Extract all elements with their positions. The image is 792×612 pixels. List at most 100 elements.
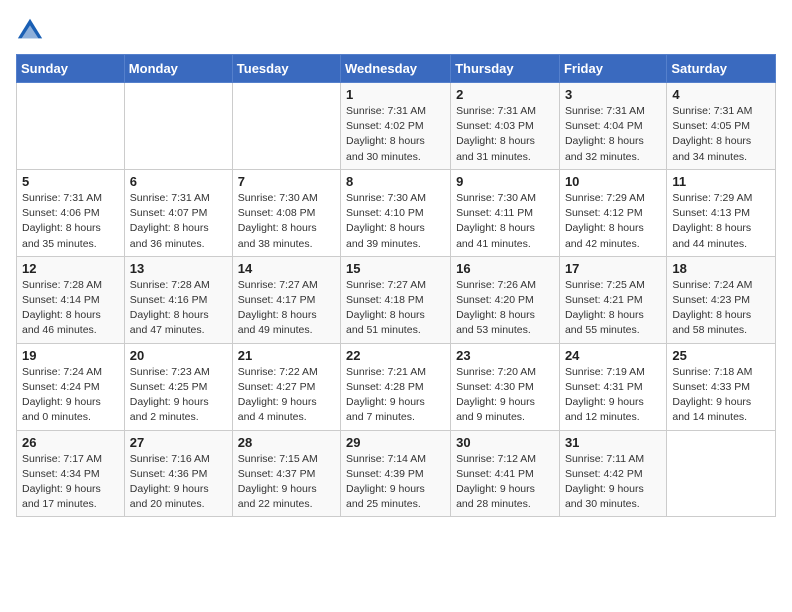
day-info: Sunrise: 7:22 AM Sunset: 4:27 PM Dayligh…	[238, 365, 335, 426]
day-number: 23	[456, 348, 554, 363]
calendar-week-row: 26 Sunrise: 7:17 AM Sunset: 4:34 PM Dayli…	[17, 430, 776, 517]
day-info: Sunrise: 7:28 AM Sunset: 4:14 PM Dayligh…	[22, 278, 119, 339]
day-info: Sunrise: 7:24 AM Sunset: 4:24 PM Dayligh…	[22, 365, 119, 426]
calendar-table: SundayMondayTuesdayWednesdayThursdayFrid…	[16, 54, 776, 517]
day-info: Sunrise: 7:29 AM Sunset: 4:13 PM Dayligh…	[672, 191, 770, 252]
calendar-day-cell: 8 Sunrise: 7:30 AM Sunset: 4:10 PM Daylig…	[341, 169, 451, 256]
calendar-day-cell: 9 Sunrise: 7:30 AM Sunset: 4:11 PM Daylig…	[451, 169, 560, 256]
day-info: Sunrise: 7:30 AM Sunset: 4:11 PM Dayligh…	[456, 191, 554, 252]
calendar-week-row: 1Sunrise: 7:31 AM Sunset: 4:02 PM Daylig…	[17, 83, 776, 170]
calendar-week-row: 5 Sunrise: 7:31 AM Sunset: 4:06 PM Daylig…	[17, 169, 776, 256]
day-number: 25	[672, 348, 770, 363]
calendar-day-cell: 22 Sunrise: 7:21 AM Sunset: 4:28 PM Dayli…	[341, 343, 451, 430]
calendar-day-cell: 19Sunrise: 7:24 AM Sunset: 4:24 PM Dayli…	[17, 343, 125, 430]
calendar-day-cell: 16 Sunrise: 7:26 AM Sunset: 4:20 PM Dayli…	[451, 256, 560, 343]
day-number: 15	[346, 261, 445, 276]
day-info: Sunrise: 7:27 AM Sunset: 4:18 PM Dayligh…	[346, 278, 445, 339]
day-info: Sunrise: 7:31 AM Sunset: 4:04 PM Dayligh…	[565, 104, 661, 165]
calendar-week-row: 12Sunrise: 7:28 AM Sunset: 4:14 PM Dayli…	[17, 256, 776, 343]
empty-day-cell	[232, 83, 340, 170]
day-info: Sunrise: 7:15 AM Sunset: 4:37 PM Dayligh…	[238, 452, 335, 513]
day-number: 30	[456, 435, 554, 450]
calendar-day-cell: 24 Sunrise: 7:19 AM Sunset: 4:31 PM Dayli…	[559, 343, 666, 430]
calendar-day-cell: 17 Sunrise: 7:25 AM Sunset: 4:21 PM Dayli…	[559, 256, 666, 343]
day-info: Sunrise: 7:11 AM Sunset: 4:42 PM Dayligh…	[565, 452, 661, 513]
day-info: Sunrise: 7:31 AM Sunset: 4:07 PM Dayligh…	[130, 191, 227, 252]
calendar-day-cell: 6 Sunrise: 7:31 AM Sunset: 4:07 PM Daylig…	[124, 169, 232, 256]
day-info: Sunrise: 7:30 AM Sunset: 4:10 PM Dayligh…	[346, 191, 445, 252]
calendar-day-cell: 5 Sunrise: 7:31 AM Sunset: 4:06 PM Daylig…	[17, 169, 125, 256]
calendar-day-cell: 30 Sunrise: 7:12 AM Sunset: 4:41 PM Dayli…	[451, 430, 560, 517]
weekday-header-tuesday: Tuesday	[232, 55, 340, 83]
day-number: 17	[565, 261, 661, 276]
day-number: 5	[22, 174, 119, 189]
day-number: 31	[565, 435, 661, 450]
day-info: Sunrise: 7:19 AM Sunset: 4:31 PM Dayligh…	[565, 365, 661, 426]
calendar-day-cell: 20 Sunrise: 7:23 AM Sunset: 4:25 PM Dayli…	[124, 343, 232, 430]
calendar-day-cell: 27 Sunrise: 7:16 AM Sunset: 4:36 PM Dayli…	[124, 430, 232, 517]
day-number: 22	[346, 348, 445, 363]
day-number: 11	[672, 174, 770, 189]
day-info: Sunrise: 7:23 AM Sunset: 4:25 PM Dayligh…	[130, 365, 227, 426]
empty-day-cell	[667, 430, 776, 517]
calendar-day-cell: 31 Sunrise: 7:11 AM Sunset: 4:42 PM Dayli…	[559, 430, 666, 517]
day-number: 18	[672, 261, 770, 276]
day-info: Sunrise: 7:26 AM Sunset: 4:20 PM Dayligh…	[456, 278, 554, 339]
day-info: Sunrise: 7:16 AM Sunset: 4:36 PM Dayligh…	[130, 452, 227, 513]
day-info: Sunrise: 7:25 AM Sunset: 4:21 PM Dayligh…	[565, 278, 661, 339]
weekday-header-thursday: Thursday	[451, 55, 560, 83]
day-number: 26	[22, 435, 119, 450]
weekday-header-row: SundayMondayTuesdayWednesdayThursdayFrid…	[17, 55, 776, 83]
day-number: 6	[130, 174, 227, 189]
day-number: 7	[238, 174, 335, 189]
calendar-day-cell: 11 Sunrise: 7:29 AM Sunset: 4:13 PM Dayli…	[667, 169, 776, 256]
weekday-header-saturday: Saturday	[667, 55, 776, 83]
calendar-day-cell: 14 Sunrise: 7:27 AM Sunset: 4:17 PM Dayli…	[232, 256, 340, 343]
calendar-day-cell: 29Sunrise: 7:14 AM Sunset: 4:39 PM Dayli…	[341, 430, 451, 517]
day-info: Sunrise: 7:31 AM Sunset: 4:06 PM Dayligh…	[22, 191, 119, 252]
day-info: Sunrise: 7:14 AM Sunset: 4:39 PM Dayligh…	[346, 452, 445, 513]
day-number: 21	[238, 348, 335, 363]
day-number: 16	[456, 261, 554, 276]
day-number: 9	[456, 174, 554, 189]
day-info: Sunrise: 7:12 AM Sunset: 4:41 PM Dayligh…	[456, 452, 554, 513]
day-number: 27	[130, 435, 227, 450]
calendar-day-cell: 21 Sunrise: 7:22 AM Sunset: 4:27 PM Dayli…	[232, 343, 340, 430]
day-number: 28	[238, 435, 335, 450]
day-info: Sunrise: 7:27 AM Sunset: 4:17 PM Dayligh…	[238, 278, 335, 339]
calendar-day-cell: 28 Sunrise: 7:15 AM Sunset: 4:37 PM Dayli…	[232, 430, 340, 517]
calendar-day-cell: 4Sunrise: 7:31 AM Sunset: 4:05 PM Daylig…	[667, 83, 776, 170]
day-number: 20	[130, 348, 227, 363]
day-info: Sunrise: 7:31 AM Sunset: 4:02 PM Dayligh…	[346, 104, 445, 165]
day-info: Sunrise: 7:31 AM Sunset: 4:03 PM Dayligh…	[456, 104, 554, 165]
calendar-day-cell: 2 Sunrise: 7:31 AM Sunset: 4:03 PM Daylig…	[451, 83, 560, 170]
day-info: Sunrise: 7:24 AM Sunset: 4:23 PM Dayligh…	[672, 278, 770, 339]
calendar-day-cell: 3 Sunrise: 7:31 AM Sunset: 4:04 PM Daylig…	[559, 83, 666, 170]
logo-icon	[16, 16, 44, 44]
day-number: 8	[346, 174, 445, 189]
calendar-day-cell: 15 Sunrise: 7:27 AM Sunset: 4:18 PM Dayli…	[341, 256, 451, 343]
day-info: Sunrise: 7:21 AM Sunset: 4:28 PM Dayligh…	[346, 365, 445, 426]
calendar-day-cell: 7Sunrise: 7:30 AM Sunset: 4:08 PM Daylig…	[232, 169, 340, 256]
weekday-header-friday: Friday	[559, 55, 666, 83]
day-info: Sunrise: 7:17 AM Sunset: 4:34 PM Dayligh…	[22, 452, 119, 513]
day-info: Sunrise: 7:18 AM Sunset: 4:33 PM Dayligh…	[672, 365, 770, 426]
calendar-day-cell: 26 Sunrise: 7:17 AM Sunset: 4:34 PM Dayli…	[17, 430, 125, 517]
day-info: Sunrise: 7:20 AM Sunset: 4:30 PM Dayligh…	[456, 365, 554, 426]
calendar-day-cell: 1Sunrise: 7:31 AM Sunset: 4:02 PM Daylig…	[341, 83, 451, 170]
day-info: Sunrise: 7:29 AM Sunset: 4:12 PM Dayligh…	[565, 191, 661, 252]
day-info: Sunrise: 7:28 AM Sunset: 4:16 PM Dayligh…	[130, 278, 227, 339]
day-number: 24	[565, 348, 661, 363]
weekday-header-wednesday: Wednesday	[341, 55, 451, 83]
day-number: 2	[456, 87, 554, 102]
calendar-week-row: 19Sunrise: 7:24 AM Sunset: 4:24 PM Dayli…	[17, 343, 776, 430]
weekday-header-sunday: Sunday	[17, 55, 125, 83]
day-number: 14	[238, 261, 335, 276]
day-number: 3	[565, 87, 661, 102]
calendar-day-cell: 10 Sunrise: 7:29 AM Sunset: 4:12 PM Dayli…	[559, 169, 666, 256]
logo	[16, 16, 48, 44]
day-number: 10	[565, 174, 661, 189]
day-info: Sunrise: 7:31 AM Sunset: 4:05 PM Dayligh…	[672, 104, 770, 165]
calendar-day-cell: 12Sunrise: 7:28 AM Sunset: 4:14 PM Dayli…	[17, 256, 125, 343]
calendar-day-cell: 13Sunrise: 7:28 AM Sunset: 4:16 PM Dayli…	[124, 256, 232, 343]
